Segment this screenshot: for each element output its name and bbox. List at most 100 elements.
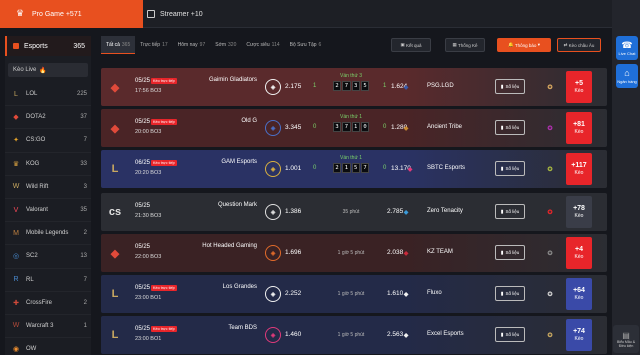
keo-live-button[interactable]: Kèo Live 🔥 (8, 63, 88, 77)
team1-odds[interactable]: 1.386 (285, 208, 301, 215)
match-time: 23:00 BO1 (135, 295, 162, 301)
filter-tab[interactable]: Tất cả 365 (101, 36, 136, 54)
filter-tab[interactable]: Hôm nay 97 (173, 36, 211, 54)
match-row[interactable]: ◆ 05/25 22:00 BO3 Hot Headed Gaming ◈ 1.696 1 … (101, 234, 607, 272)
team1-odds[interactable]: 1.001 (285, 165, 301, 172)
so-lieu-button[interactable]: ▮ Số liệu (495, 245, 525, 260)
clock-digit: 0 (360, 122, 370, 132)
match-row[interactable]: ◆ 05/25 17:56 BO3 Kèo trực tiếp Gaimin Gladi… (101, 68, 607, 106)
keo-button[interactable]: +4 Kèo (566, 237, 592, 269)
sidebar-item-sc2[interactable]: ◎ SC2 13 (5, 245, 91, 269)
sidebar-header-label: Esports (24, 42, 48, 50)
league-logo: ✪ (547, 291, 553, 298)
keo-count: +64 (573, 287, 585, 294)
filter-tab[interactable]: Sớm 320 (210, 36, 241, 54)
sidebar-header-esports[interactable]: Esports 365 (5, 36, 91, 56)
sidebar-item-lol[interactable]: L LOL 225 (5, 83, 91, 107)
team2-name: Excel Esports (427, 331, 464, 337)
sidebar-item-wildrift[interactable]: W Wild Rift 3 (5, 176, 91, 199)
so-lieu-button[interactable]: ▮ Số liệu (495, 161, 525, 176)
team1-name: Question Mark (217, 202, 257, 208)
sidebar-item-rl[interactable]: R RL 7 (5, 269, 91, 292)
keo-button[interactable]: +117 Kèo (566, 153, 592, 185)
right-side-strip: ☎ Live Chat ⌂ Ngân hàng (612, 0, 640, 355)
filter-tab-label: Tất cả (106, 41, 120, 48)
team2-score: 0 (383, 124, 387, 130)
match-clock: 2735 (321, 81, 381, 91)
filter-tab[interactable]: Bộ Sưu Tập 6 (285, 36, 327, 54)
match-row[interactable]: ◆ 05/25 20:00 BO3 Kèo trực tiếp Old G ◈ 3.345 0… (101, 109, 607, 147)
sidebar-item-crossfire[interactable]: ✚ CrossFire 2 (5, 292, 91, 315)
clock-digit: 3 (351, 81, 360, 91)
keo-count: +4 (575, 246, 583, 253)
live-chat-button[interactable]: ☎ Live Chat (616, 36, 638, 60)
match-row[interactable]: cs 05/25 21:30 BO3 Question Mark ◈ 1.386 35 ph… (101, 193, 607, 231)
sidebar-item-mobile-legends[interactable]: M Mobile Legends 2 (5, 222, 91, 246)
terms-button[interactable]: ▤ Biểu Mẫu & Điều kiện (613, 325, 639, 353)
stats-icon: ▮ (500, 165, 504, 172)
league-logo: ✪ (547, 209, 553, 216)
league-logo: ✪ (547, 250, 553, 257)
team1-odds[interactable]: 3.345 (285, 124, 301, 131)
team1-odds[interactable]: 2.252 (285, 290, 301, 297)
match-date: 05/25 (135, 326, 151, 332)
sidebar-item-dota2[interactable]: ◆ DOTA2 37 (5, 106, 91, 130)
keo-label: Kèo (574, 88, 584, 94)
sidebar-header-count: 365 (73, 42, 85, 50)
keo-button[interactable]: +74 Kèo (566, 319, 592, 351)
bank-icon: ⌂ (624, 68, 630, 78)
thong-bao-button[interactable]: 🔔 Thông báo ▾ (497, 38, 551, 52)
team2-name: Zero Tenacity (427, 208, 463, 214)
team1-logo: ◈ (265, 161, 281, 177)
filter-tab[interactable]: Trực tiếp 17 (135, 36, 172, 54)
so-lieu-button[interactable]: ▮ Số liệu (495, 286, 525, 301)
match-date: 05/25 (135, 78, 151, 84)
match-date: 05/25 (135, 285, 151, 291)
live-badge: Kèo trực tiếp (151, 119, 177, 125)
match-time: 21:30 BO3 (135, 213, 162, 219)
thong-ke-button[interactable]: ▦ Thống Kê (445, 38, 485, 52)
keo-button[interactable]: +78 Kèo (566, 196, 592, 228)
sidebar-item-warcraft[interactable]: W Warcraft 3 1 (5, 315, 91, 339)
filter-tab-count: 114 (271, 42, 280, 48)
match-status: Ván thứ 1 3710 (321, 114, 381, 132)
sidebar-item-csgo[interactable]: ✦ CS:GO 7 (5, 129, 91, 153)
match-row[interactable]: L 06/25 20:20 BO3 Kèo trực tiếp GAM Esports ◈… (101, 150, 607, 188)
filter-tab[interactable]: Cược siêu 114 (241, 36, 284, 54)
tab-streamer[interactable]: Streamer +10 (143, 0, 203, 28)
keo-label: Kèo (574, 295, 584, 301)
team1-score: 0 (313, 165, 317, 171)
game-number-label: Ván thứ 1 (340, 155, 362, 161)
team1-odds[interactable]: 2.175 (285, 83, 301, 90)
keo-button[interactable]: +5 Kèo (566, 71, 592, 103)
keo-button[interactable]: +81 Kèo (566, 112, 592, 144)
ow-icon: ◉ (12, 346, 20, 354)
bank-button[interactable]: ⌂ Ngân hàng (616, 64, 638, 88)
sidebar-item-valorant[interactable]: V Valorant 35 (5, 199, 91, 223)
so-lieu-button[interactable]: ▮ Số liệu (495, 327, 525, 342)
keo-button[interactable]: +64 Kèo (566, 278, 592, 310)
sidebar-item-label: SC2 (26, 253, 38, 260)
clock-digit: 5 (360, 81, 370, 91)
so-lieu-button[interactable]: ▮ Số liệu (495, 204, 525, 219)
team1-score: 0 (313, 124, 317, 130)
so-lieu-button[interactable]: ▮ Số liệu (495, 120, 525, 135)
ket-qua-label: Kết quả (406, 42, 422, 48)
stats-icon: ▮ (500, 124, 504, 131)
team1-odds[interactable]: 1.696 (285, 249, 301, 256)
game-icon: cs (108, 206, 122, 218)
match-row[interactable]: L 05/25 23:00 BO1 Kèo trực tiếp Los Grandes ◈… (101, 275, 607, 313)
match-clock: 3710 (321, 122, 381, 132)
ket-qua-button[interactable]: ▣ Kết quả (391, 38, 431, 52)
sidebar-item-count: 3 (83, 183, 87, 190)
team1-odds[interactable]: 1.460 (285, 331, 301, 338)
tab-pro-game[interactable]: ♛ Pro Game +571 (0, 0, 143, 28)
keo-chau-au-button[interactable]: ⇄ Kèo châu Âu (557, 38, 601, 52)
match-row[interactable]: L 05/25 23:00 BO1 Kèo trực tiếp Team BDS ◈ 1.4… (101, 316, 607, 354)
filter-tabs: Tất cả 365 Trực tiếp 17 Hôm nay 97 Sớm 320 Cược … (101, 36, 326, 54)
sidebar-item-kog[interactable]: ♛ KOG 33 (5, 153, 91, 176)
clock-digit: 3 (332, 122, 342, 132)
sidebar-item-ow[interactable]: ◉ OW (5, 338, 91, 355)
so-lieu-button[interactable]: ▮ Số liệu (495, 79, 525, 94)
match-countdown: 1 giờ 5 phút (337, 332, 365, 338)
